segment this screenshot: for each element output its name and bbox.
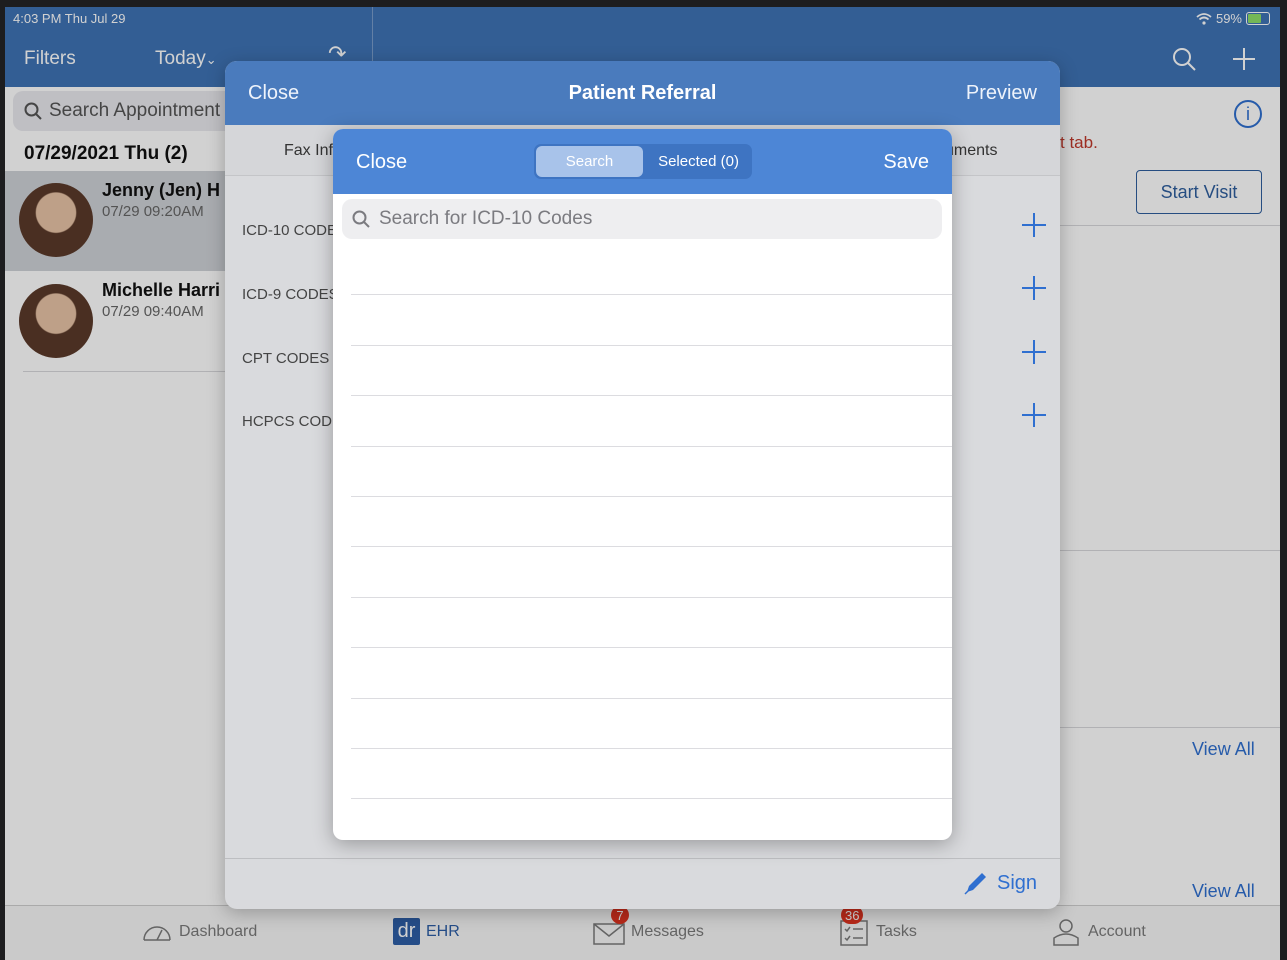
referral-nav-bar: Close Patient Referral Preview [225,61,1060,125]
codes-nav-bar: Close Search Selected (0) Save [333,129,952,194]
codes-close-button[interactable]: Close [356,151,407,174]
list-item[interactable] [351,799,952,840]
search-selected-segmented-control: Search Selected (0) [534,144,752,179]
icd9-codes-label: ICD-9 CODES [242,286,339,303]
cpt-codes-label: CPT CODES [242,350,330,367]
referral-title: Patient Referral [568,82,717,104]
referral-footer-divider [225,858,1060,859]
sign-label: Sign [997,871,1038,894]
add-icd9-plus-icon[interactable] [1021,275,1047,301]
list-item[interactable] [351,295,952,346]
list-item[interactable] [351,497,952,548]
segment-search[interactable]: Search [536,146,643,177]
list-item[interactable] [351,396,952,447]
add-icd10-plus-icon[interactable] [1021,212,1047,238]
add-hcpcs-plus-icon[interactable] [1021,402,1047,428]
list-item[interactable] [351,547,952,598]
list-item[interactable] [351,598,952,649]
codes-save-button[interactable]: Save [883,151,929,174]
add-cpt-plus-icon[interactable] [1021,339,1047,365]
hcpcs-codes-label: HCPCS CODI [242,413,337,430]
ipad-screen: 4:03 PM Thu Jul 29 59% Filters Today⌄ ↷ [5,7,1280,960]
icd10-search-bar [342,199,942,239]
list-item[interactable] [351,699,952,749]
segment-selected[interactable]: Selected (0) [645,144,752,179]
codes-result-list [333,245,952,840]
tab-fax-info[interactable]: Fax Inf [284,142,333,160]
list-item[interactable] [351,648,952,699]
search-icon [352,210,370,228]
icd10-codes-label: ICD-10 CODE [242,222,338,239]
icd10-search-input[interactable] [377,207,942,231]
list-item[interactable] [351,749,952,800]
sign-button[interactable]: Sign [963,870,1037,896]
pen-icon [964,873,986,895]
list-item[interactable] [351,245,952,296]
list-item[interactable] [351,346,952,397]
icd10-search-modal: Close Search Selected (0) Save [333,129,952,840]
list-item[interactable] [351,447,952,497]
referral-preview-button[interactable]: Preview [966,82,1037,105]
